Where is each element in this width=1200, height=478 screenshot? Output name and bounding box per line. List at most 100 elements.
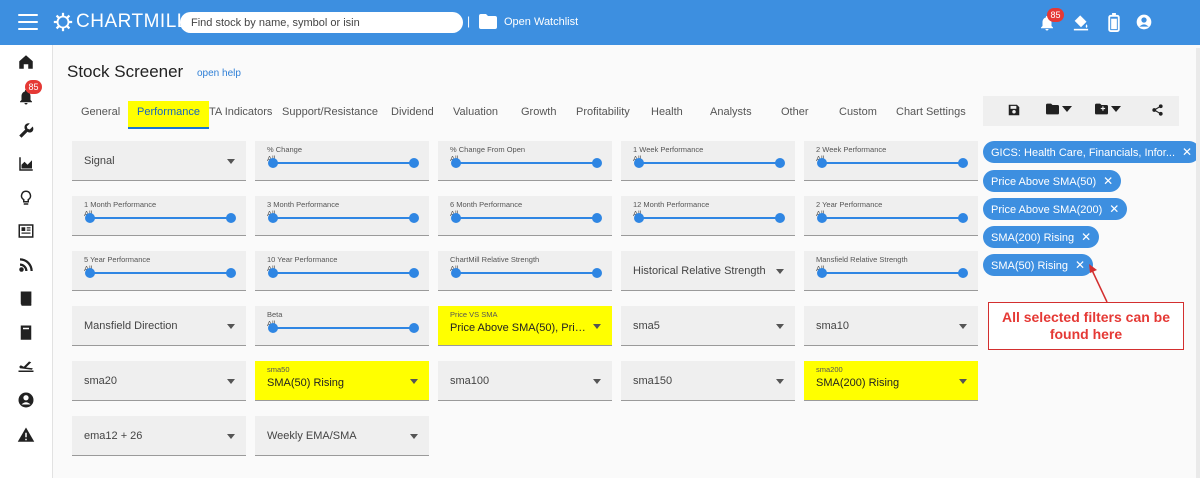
close-icon[interactable]: ✕ (1103, 170, 1113, 192)
filter-chip[interactable]: SMA(200) Rising ✕ (983, 226, 1100, 248)
tab-performance[interactable]: Performance (128, 101, 209, 129)
range-min-handle[interactable] (451, 158, 461, 168)
range-max-handle[interactable] (958, 213, 968, 223)
account-icon[interactable] (1136, 14, 1152, 30)
filter-sma5[interactable]: sma5 (621, 306, 795, 346)
chart-icon[interactable] (17, 155, 35, 173)
filter-historical-relative-strength[interactable]: Historical Relative Strength (621, 251, 795, 291)
filter-pct-change-open: % Change From OpenAll (438, 141, 612, 181)
range-max-handle[interactable] (409, 213, 419, 223)
filter-label: 12 Month Performance (633, 200, 710, 209)
search-input[interactable] (180, 12, 463, 33)
page-scrollbar[interactable] (1196, 48, 1200, 478)
range-min-handle[interactable] (634, 158, 644, 168)
filter-mansfield-direction[interactable]: Mansfield Direction (72, 306, 246, 346)
folder-icon[interactable] (479, 14, 497, 29)
share-icon[interactable] (1151, 103, 1164, 117)
tab-ta-indicators[interactable]: TA Indicators (209, 101, 272, 129)
range-max-handle[interactable] (409, 158, 419, 168)
filter-label: 10 Year Performance (267, 255, 338, 264)
tab-custom[interactable]: Custom (839, 101, 877, 129)
range-min-handle[interactable] (451, 268, 461, 278)
tab-other[interactable]: Other (781, 101, 809, 129)
chip-label: SMA(200) Rising (991, 232, 1075, 244)
tab-health[interactable]: Health (651, 101, 683, 129)
tab-analysts[interactable]: Analysts (710, 101, 752, 129)
filter-sma200[interactable]: sma200 SMA(200) Rising (804, 361, 978, 401)
range-min-handle[interactable] (817, 268, 827, 278)
filter-weekly-ema-sma[interactable]: Weekly EMA/SMA (255, 416, 429, 456)
filter-chartmill-relative-strength: ChartMill Relative StrengthAll (438, 251, 612, 291)
newspaper-icon[interactable] (17, 222, 35, 240)
range-max-handle[interactable] (958, 268, 968, 278)
range-min-handle[interactable] (268, 268, 278, 278)
open-folder-menu[interactable] (1046, 103, 1072, 115)
caret-down-icon (776, 324, 784, 329)
range-min-handle[interactable] (268, 213, 278, 223)
range-min-handle[interactable] (85, 213, 95, 223)
wrench-icon[interactable] (17, 122, 35, 140)
range-max-handle[interactable] (592, 158, 602, 168)
filter-sma100[interactable]: sma100 (438, 361, 612, 401)
range-max-handle[interactable] (592, 213, 602, 223)
folder-open-icon (1046, 103, 1059, 115)
range-max-handle[interactable] (775, 158, 785, 168)
open-help-link[interactable]: open help (197, 68, 241, 79)
tab-profitability[interactable]: Profitability (576, 101, 630, 129)
signal-icon[interactable] (17, 256, 35, 274)
filter-price-vs-sma[interactable]: Price VS SMA Price Above SMA(50), Price … (438, 306, 612, 346)
range-max-handle[interactable] (958, 158, 968, 168)
filter-chip[interactable]: Price Above SMA(200) ✕ (983, 198, 1128, 220)
logo[interactable]: CHARTMILL (52, 11, 188, 33)
range-min-handle[interactable] (451, 213, 461, 223)
filter-signal[interactable]: Signal (72, 141, 246, 181)
range-max-handle[interactable] (592, 268, 602, 278)
tab-dividend[interactable]: Dividend (391, 101, 434, 129)
close-icon[interactable]: ✕ (1109, 198, 1119, 220)
filter-chip[interactable]: GICS: Health Care, Financials, Infor... ✕ (983, 141, 1200, 163)
caret-down-icon (227, 324, 235, 329)
tab-valuation[interactable]: Valuation (453, 101, 498, 129)
filter-ema12-26[interactable]: ema12 + 26 (72, 416, 246, 456)
paint-bucket-icon[interactable] (1071, 13, 1091, 32)
user-icon[interactable] (17, 391, 35, 409)
lightbulb-icon[interactable] (17, 189, 35, 207)
filter-sma150[interactable]: sma150 (621, 361, 795, 401)
range-max-handle[interactable] (409, 323, 419, 333)
tab-growth[interactable]: Growth (521, 101, 556, 129)
home-icon[interactable] (17, 53, 35, 71)
tab-general[interactable]: General (81, 101, 120, 129)
book-alt-icon[interactable] (17, 324, 35, 342)
filter-sma10[interactable]: sma10 (804, 306, 978, 346)
battery-icon[interactable] (1108, 13, 1120, 32)
close-icon[interactable]: ✕ (1081, 226, 1091, 248)
range-min-handle[interactable] (268, 158, 278, 168)
tab-support-resistance[interactable]: Support/Resistance (282, 101, 378, 129)
range-max-handle[interactable] (226, 213, 236, 223)
menu-icon[interactable] (18, 14, 38, 30)
filter-sma20[interactable]: sma20 (72, 361, 246, 401)
filter-6m-performance: 6 Month PerformanceAll (438, 196, 612, 236)
filter-sma50[interactable]: sma50 SMA(50) Rising (255, 361, 429, 401)
close-icon[interactable]: ✕ (1182, 141, 1192, 163)
range-max-handle[interactable] (226, 268, 236, 278)
tab-chart-settings[interactable]: Chart Settings (896, 101, 966, 129)
new-folder-menu[interactable] (1095, 103, 1121, 115)
filter-chip[interactable]: SMA(50) Rising ✕ (983, 254, 1094, 276)
filter-beta: BetaAll (255, 306, 429, 346)
filter-chip[interactable]: Price Above SMA(50) ✕ (983, 170, 1122, 192)
range-min-handle[interactable] (85, 268, 95, 278)
save-icon[interactable] (1007, 103, 1021, 117)
open-watchlist-link[interactable]: Open Watchlist (504, 16, 578, 28)
warning-icon[interactable] (17, 426, 35, 444)
range-min-handle[interactable] (268, 323, 278, 333)
close-icon[interactable]: ✕ (1075, 254, 1085, 276)
book-icon[interactable] (17, 290, 35, 308)
sidebar-notification-badge: 85 (25, 80, 42, 94)
range-max-handle[interactable] (775, 213, 785, 223)
range-max-handle[interactable] (409, 268, 419, 278)
plane-icon[interactable] (17, 357, 35, 375)
range-min-handle[interactable] (634, 213, 644, 223)
range-min-handle[interactable] (817, 158, 827, 168)
range-min-handle[interactable] (817, 213, 827, 223)
